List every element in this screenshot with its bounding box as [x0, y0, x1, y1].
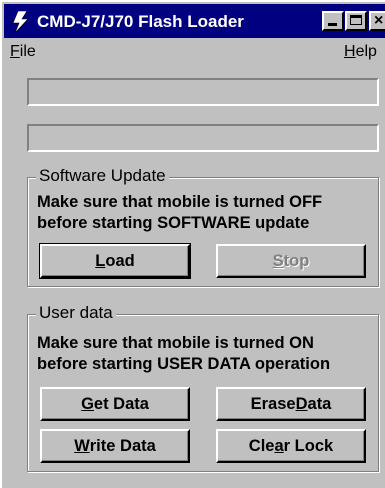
maximize-icon [350, 15, 362, 25]
software-update-title: Software Update [36, 166, 169, 186]
user-data-line2: before starting USER DATA operation [37, 355, 331, 373]
erase-data-label-pre: Erase [250, 394, 296, 413]
title-bar[interactable]: CMD-J7/J70 Flash Loader × [4, 4, 385, 38]
window-title: CMD-J7/J70 Flash Loader [37, 12, 244, 31]
load-label-post: oad [105, 251, 135, 270]
stop-label-post: top [283, 251, 310, 270]
write-data-label-accel: W [74, 436, 90, 455]
stop-label-accel: S [272, 251, 284, 270]
clear-lock-button[interactable]: Cle a r Lock [216, 429, 366, 463]
user-data-line1: Make sure that mobile is turned ON [37, 334, 314, 352]
menu-help[interactable]: Help [344, 43, 377, 61]
menu-file-label: ile [19, 43, 36, 60]
get-data-label-accel: G [81, 394, 94, 413]
progress-bar-2 [27, 124, 379, 152]
menu-file-accel: F [10, 43, 20, 60]
menu-bar: File Help [4, 38, 385, 66]
get-data-button[interactable]: Get Data [40, 387, 190, 421]
maximize-button[interactable] [345, 11, 367, 31]
menu-help-label: elp [355, 43, 377, 60]
software-update-line2: before starting SOFTWARE update [37, 214, 310, 232]
user-data-group: User data Make sure that mobile is turne… [27, 303, 379, 472]
menu-help-accel: H [344, 43, 356, 60]
write-data-button[interactable]: Write Data [40, 429, 190, 463]
flash-loader-window: CMD-J7/J70 Flash Loader × File Help Soft… [0, 0, 385, 488]
load-label-accel: L [95, 251, 106, 270]
software-update-line1: Make sure that mobile is turned OFF [37, 193, 323, 211]
software-update-group: Software Update Make sure that mobile is… [27, 166, 379, 287]
clear-lock-label-accel: a [274, 436, 284, 455]
write-data-label-post: rite Data [89, 436, 156, 455]
erase-data-label-post: ata [307, 394, 332, 413]
menu-file[interactable]: File [10, 43, 36, 61]
clear-lock-label-post: r Lock [283, 436, 334, 455]
close-icon: × [374, 12, 384, 29]
lightning-app-icon [12, 11, 29, 33]
get-data-label-post: et Data [93, 394, 149, 413]
load-button[interactable]: Load [39, 243, 191, 279]
stop-button[interactable]: Stop [216, 244, 366, 278]
progress-bar-1 [27, 78, 379, 106]
close-button[interactable]: × [369, 11, 385, 31]
user-data-title: User data [36, 303, 116, 323]
minimize-button[interactable] [322, 11, 344, 31]
minimize-icon [328, 23, 337, 26]
erase-data-label-accel: D [295, 394, 308, 413]
erase-data-button[interactable]: Erase Data [216, 387, 366, 421]
clear-lock-label-pre: Cle [248, 436, 275, 455]
